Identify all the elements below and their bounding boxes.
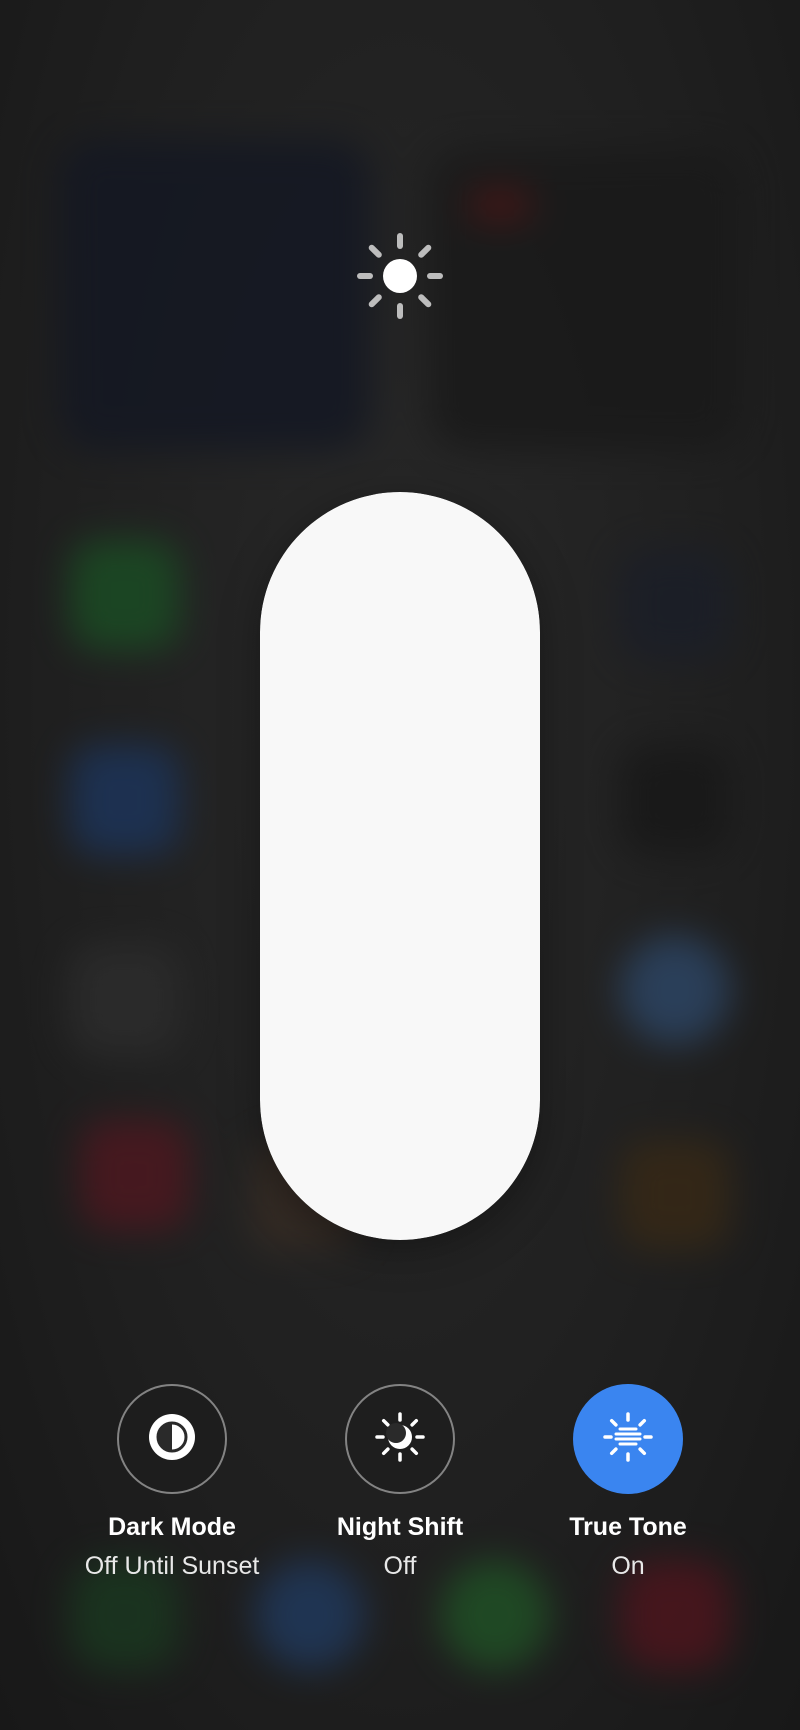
sun-max-icon <box>356 232 444 320</box>
dark-mode-button[interactable] <box>117 1384 227 1494</box>
true-tone-toggle[interactable]: True Tone On <box>498 1384 758 1581</box>
brightness-slider[interactable] <box>260 492 540 1240</box>
toggle-label: Night Shift <box>336 1513 464 1541</box>
brightness-control-screen: Dark Mode Off Until Sunset Night Shift O… <box>0 0 800 1730</box>
toggle-label: Dark Mode <box>108 1513 236 1541</box>
night-shift-icon <box>373 1410 427 1469</box>
brightness-slider-fill <box>260 492 540 1240</box>
dark-mode-icon <box>146 1411 198 1468</box>
dark-mode-toggle[interactable]: Dark Mode Off Until Sunset <box>42 1384 302 1581</box>
toggle-status: On <box>611 1552 645 1580</box>
toggle-status: Off <box>383 1552 417 1580</box>
true-tone-button[interactable] <box>573 1384 683 1494</box>
night-shift-toggle[interactable]: Night Shift Off <box>270 1384 530 1581</box>
night-shift-button[interactable] <box>345 1384 455 1494</box>
toggle-label: True Tone <box>569 1513 687 1541</box>
display-toggles: Dark Mode Off Until Sunset Night Shift O… <box>0 1384 800 1584</box>
true-tone-icon <box>601 1410 655 1469</box>
toggle-status: Off Until Sunset <box>84 1552 260 1580</box>
